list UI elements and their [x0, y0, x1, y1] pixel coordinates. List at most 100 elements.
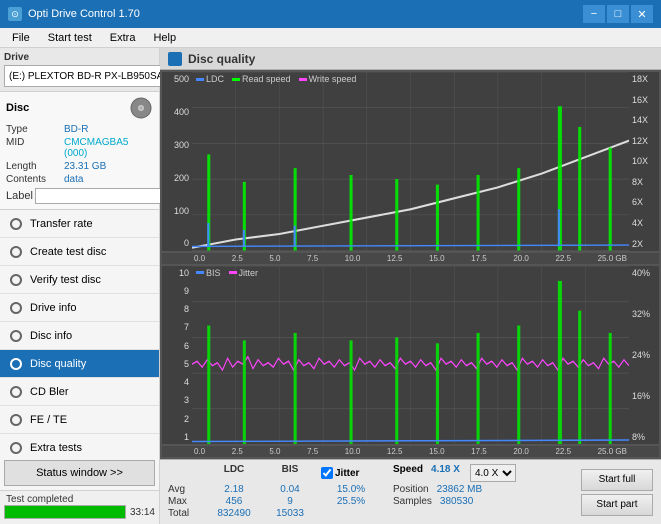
nav-label: CD Bler [30, 386, 69, 398]
app-title: Opti Drive Control 1.70 [28, 8, 140, 20]
app-icon: ⊙ [8, 7, 22, 21]
maximize-button[interactable]: □ [607, 5, 629, 23]
chart2-y-right: 40%32%24%16%8% [629, 266, 659, 445]
menu-file[interactable]: File [4, 30, 38, 46]
type-value: BD-R [64, 124, 153, 135]
sidebar-item-extra-tests[interactable]: Extra tests [0, 434, 159, 456]
start-part-button[interactable]: Start part [581, 494, 653, 516]
avg-label: Avg [168, 484, 203, 495]
nav-icon [10, 302, 22, 314]
progress-time: 33:14 [130, 507, 155, 518]
length-label: Length [6, 161, 64, 172]
nav-icon [10, 442, 22, 454]
type-label: Type [6, 124, 64, 135]
nav-label: Create test disc [30, 246, 106, 258]
disc-quality-header: Disc quality [160, 48, 661, 70]
nav-icon [10, 246, 22, 258]
sidebar-item-fe-te[interactable]: FE / TE [0, 406, 159, 434]
nav-label: Disc info [30, 330, 72, 342]
minimize-button[interactable]: − [583, 5, 605, 23]
disc-quality-title: Disc quality [188, 52, 255, 66]
sidebar-item-transfer-rate[interactable]: Transfer rate [0, 210, 159, 238]
stats-empty [168, 464, 203, 482]
disc-icon [129, 96, 153, 120]
max-bis: 9 [265, 496, 315, 507]
menu-start-test[interactable]: Start test [40, 30, 100, 46]
start-full-button[interactable]: Start full [581, 469, 653, 491]
avg-jitter: 15.0% [321, 484, 381, 495]
window-controls: − □ ✕ [583, 5, 653, 23]
chart2-x-axis: 0.02.55.07.510.012.515.017.520.022.525.0… [162, 446, 659, 457]
menu-bar: File Start test Extra Help [0, 28, 661, 48]
nav-icon [10, 330, 22, 342]
disc-section: Disc Type BD-R MID CMCMAGBA5 (000) Lengt… [0, 92, 159, 210]
nav-label: Verify test disc [30, 274, 101, 286]
start-buttons: Start full Start part [581, 464, 653, 520]
sidebar-item-drive-info[interactable]: Drive info [0, 294, 159, 322]
nav-label: Transfer rate [30, 218, 93, 230]
sidebar-item-create-test-disc[interactable]: Create test disc [0, 238, 159, 266]
col-header-ldc: LDC [209, 464, 259, 482]
bis-chart: 10987654321 BIS Jitter [162, 266, 659, 445]
jitter-checkbox[interactable] [321, 467, 333, 479]
progress-section: Test completed 33:14 [0, 490, 159, 524]
max-label: Max [168, 496, 203, 507]
nav-label: FE / TE [30, 414, 67, 426]
nav-label: Drive info [30, 302, 76, 314]
chart2-y-left: 10987654321 [162, 266, 192, 445]
chart1-y-left: 5004003002001000 [162, 72, 192, 251]
contents-label: Contents [6, 174, 64, 185]
contents-value: data [64, 174, 153, 185]
speed-label: Speed [393, 464, 423, 482]
label-label: Label [6, 190, 33, 202]
disc-quality-icon [168, 52, 182, 66]
samples-label: Samples [393, 496, 432, 507]
position-label: Position [393, 484, 429, 495]
total-ldc: 832490 [209, 508, 259, 519]
mid-label: MID [6, 137, 64, 159]
menu-extra[interactable]: Extra [102, 30, 144, 46]
drive-section: Drive (E:) PLEXTOR BD-R PX-LB950SA 1.06 … [0, 48, 159, 92]
progress-bar [4, 505, 126, 519]
max-ldc: 456 [209, 496, 259, 507]
speed-select[interactable]: 4.0 X [470, 464, 516, 482]
sidebar-item-cd-bler[interactable]: CD Bler [0, 378, 159, 406]
title-bar: ⊙ Opti Drive Control 1.70 − □ ✕ [0, 0, 661, 28]
status-window-button[interactable]: Status window >> [4, 460, 155, 486]
close-button[interactable]: ✕ [631, 5, 653, 23]
chart2-legend: BIS Jitter [196, 268, 258, 278]
mid-value: CMCMAGBA5 (000) [64, 137, 153, 159]
avg-ldc: 2.18 [209, 484, 259, 495]
ldc-chart: 5004003002001000 LDC Read speed Write sp… [162, 72, 659, 251]
max-jitter: 25.5% [321, 496, 381, 507]
label-input[interactable] [35, 188, 173, 204]
content-area: Disc quality 5004003002001000 LDC Read s… [160, 48, 661, 524]
sidebar-item-verify-test-disc[interactable]: Verify test disc [0, 266, 159, 294]
chart1-y-right: 18X16X14X12X10X8X6X4X2X [629, 72, 659, 251]
col-header-bis: BIS [265, 464, 315, 482]
samples-value: 380530 [440, 496, 473, 507]
speed-value: 4.18 X [431, 464, 460, 482]
nav-icon-active [10, 358, 22, 370]
stats-section: LDC BIS Jitter Speed 4.18 X 4.0 X Avg 2.… [160, 459, 661, 524]
length-value: 23.31 GB [64, 161, 153, 172]
nav-label: Disc quality [30, 358, 86, 370]
chart1-svg [192, 72, 629, 251]
sidebar-item-disc-info[interactable]: Disc info [0, 322, 159, 350]
jitter-header: Jitter [335, 468, 359, 479]
charts-area: 5004003002001000 LDC Read speed Write sp… [160, 70, 661, 459]
avg-bis: 0.04 [265, 484, 315, 495]
nav-label: Extra tests [30, 442, 82, 454]
total-bis: 15033 [265, 508, 315, 519]
nav-icon [10, 414, 22, 426]
disc-section-title: Disc [6, 102, 29, 114]
chart1-legend: LDC Read speed Write speed [196, 74, 356, 84]
menu-help[interactable]: Help [145, 30, 184, 46]
chart2-svg [192, 266, 629, 445]
position-value: 23862 MB [437, 484, 483, 495]
sidebar-item-disc-quality[interactable]: Disc quality [0, 350, 159, 378]
chart2-main: BIS Jitter [192, 266, 629, 445]
stats-table: LDC BIS Jitter Speed 4.18 X 4.0 X Avg 2.… [168, 464, 569, 520]
progress-fill [5, 506, 125, 518]
nav-icon [10, 386, 22, 398]
